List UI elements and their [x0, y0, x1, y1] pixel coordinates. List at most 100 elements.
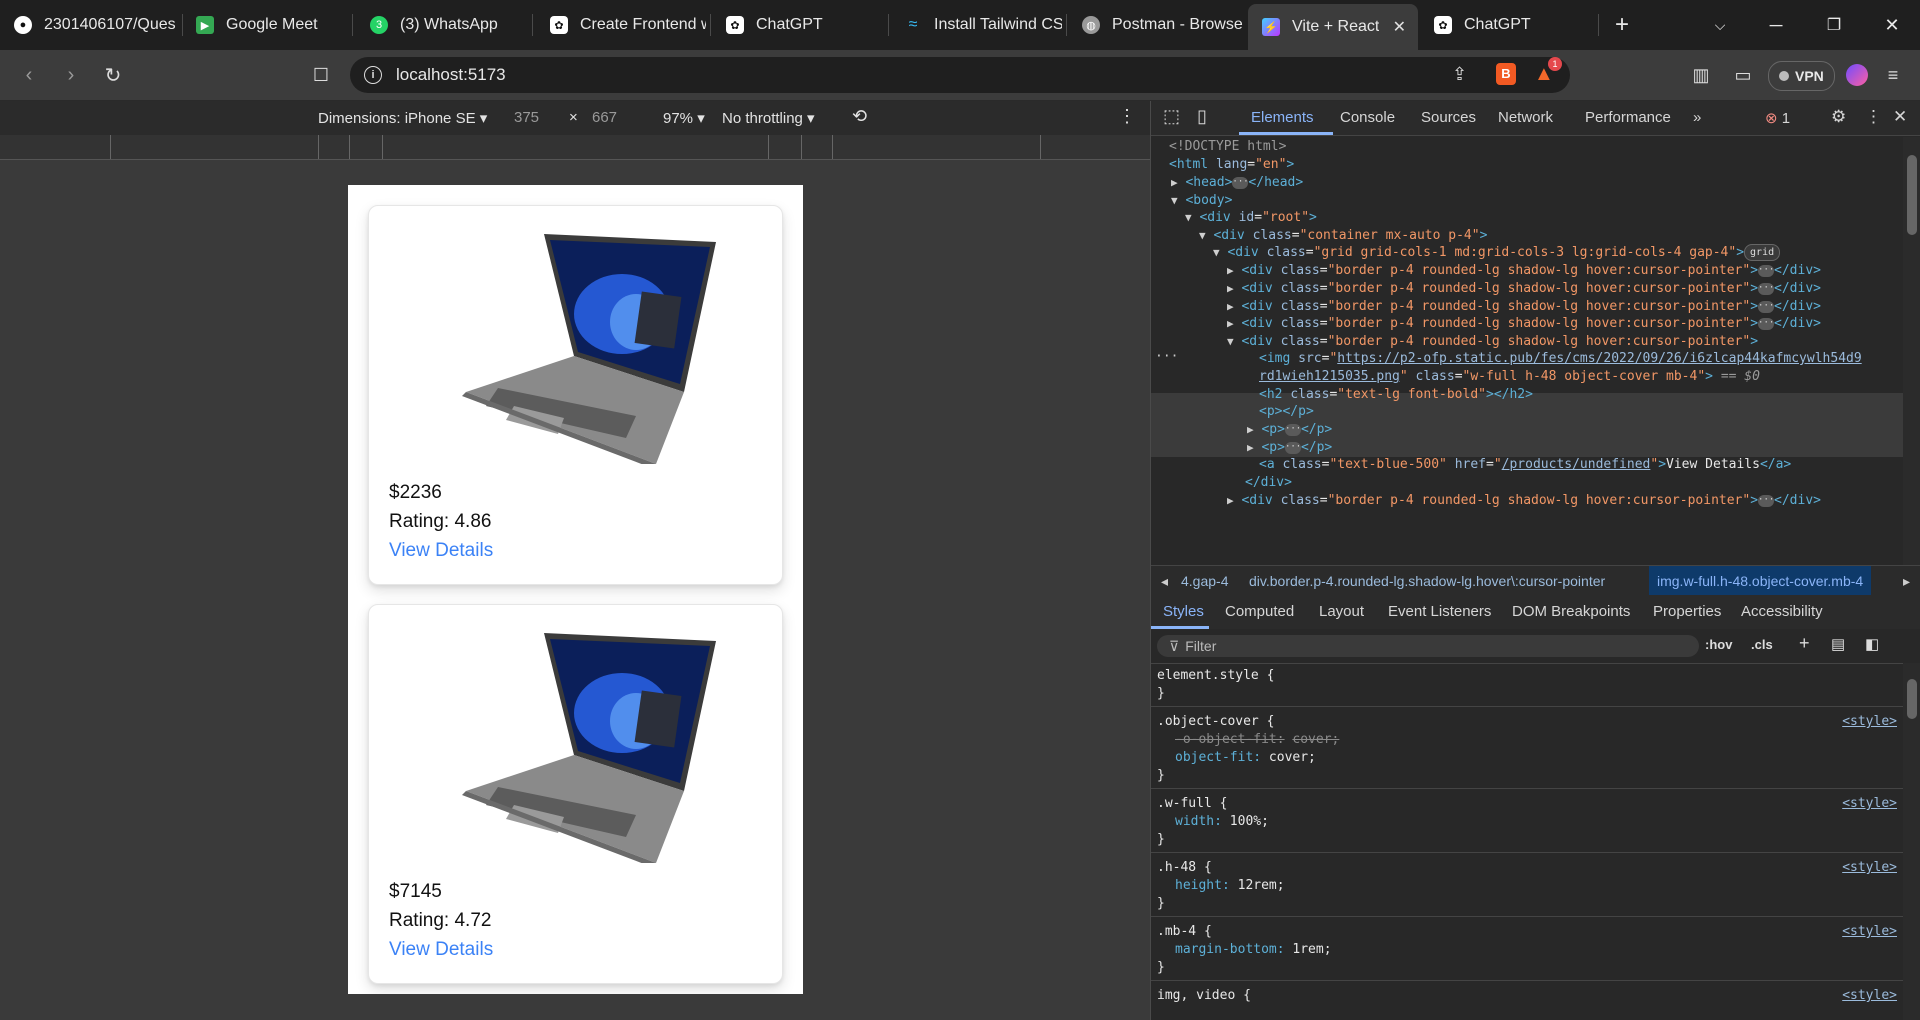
tab-chatgpt-1[interactable]: ✿ ChatGPT	[712, 0, 884, 50]
window-close-icon[interactable]: ✕	[1864, 0, 1920, 50]
card-node[interactable]: ▶ <div class="border p-4 rounded-lg shad…	[1227, 279, 1821, 299]
dom-tree[interactable]: <!DOCTYPE html> <html lang="en"> ▶ <head…	[1151, 135, 1903, 565]
product-card[interactable]: $2236 Rating: 4.86 View Details	[368, 205, 783, 585]
dom-scrollbar[interactable]	[1903, 137, 1920, 567]
img-node[interactable]: <img src="https://p2-ofp.static.pub/fes/…	[1259, 349, 1862, 369]
zoom-select[interactable]: 97% ▾	[663, 109, 705, 127]
close-tab-icon[interactable]: ✕	[1393, 17, 1406, 37]
card-node[interactable]: ▶ <div class="border p-4 rounded-lg shad…	[1227, 491, 1821, 511]
cls-toggle[interactable]: .cls	[1751, 637, 1773, 652]
crumb-item[interactable]: div.border.p-4.rounded-lg.shadow-lg.hove…	[1249, 573, 1605, 589]
tab-search-chevron-icon[interactable]: ⌵	[1692, 0, 1748, 50]
a-node[interactable]: <a class="text-blue-500" href="/products…	[1259, 455, 1791, 475]
styles-pane[interactable]: element.style { } .object-cover {<style>…	[1151, 663, 1903, 1020]
tab-dom-breakpoints[interactable]: DOM Breakpoints	[1512, 603, 1630, 620]
style-declaration[interactable]: object-fit: cover;	[1175, 749, 1316, 767]
style-declaration[interactable]: width: 100%;	[1175, 813, 1269, 831]
tab-event-listeners[interactable]: Event Listeners	[1388, 603, 1491, 620]
product-image[interactable]	[389, 224, 762, 464]
tab-console[interactable]: Console	[1340, 109, 1395, 126]
leo-ai-icon[interactable]	[1846, 64, 1868, 86]
device-toggle-icon[interactable]: ▯	[1197, 106, 1207, 127]
media-query-ruler[interactable]	[0, 135, 1150, 160]
tab-accessibility[interactable]: Accessibility	[1741, 603, 1823, 620]
grid-node[interactable]: ▼ <div class="grid grid-cols-1 md:grid-c…	[1213, 243, 1781, 263]
style-source-link[interactable]: <style>	[1842, 923, 1897, 941]
tab-chatgpt-2[interactable]: ✿ ChatGPT	[1420, 0, 1596, 50]
throttling-select[interactable]: No throttling ▾	[722, 109, 815, 127]
p-node[interactable]: ▶ <p>···</p>	[1247, 420, 1332, 440]
mb-4-rule[interactable]: .mb-4 {<style>	[1157, 923, 1897, 941]
object-cover-rule[interactable]: .object-cover {<style>	[1157, 713, 1897, 731]
device-dimensions-select[interactable]: Dimensions: iPhone SE ▾	[318, 109, 487, 127]
error-counter[interactable]: ⊗ 1	[1765, 109, 1790, 127]
style-declaration[interactable]: height: 12rem;	[1175, 877, 1285, 895]
tab-elements[interactable]: Elements	[1251, 109, 1314, 126]
rotate-icon[interactable]: ⟲	[852, 106, 867, 127]
tab-styles[interactable]: Styles	[1163, 603, 1204, 620]
restore-icon[interactable]: ❐	[1806, 0, 1862, 50]
tab-tailwind[interactable]: ≈ Install Tailwind CS	[890, 0, 1062, 50]
address-bar[interactable]: i localhost:5173 ⇪ B ▲ 1	[350, 57, 1570, 93]
tab-whatsapp[interactable]: 3 (3) WhatsApp	[356, 0, 532, 50]
view-details-link[interactable]: View Details	[389, 939, 493, 961]
sidebar-pane-icon[interactable]: ◧	[1865, 635, 1879, 653]
tab-postman[interactable]: ◍ Postman - Browse	[1068, 0, 1246, 50]
product-image[interactable]	[389, 623, 762, 863]
doctype-node[interactable]: <!DOCTYPE html>	[1169, 137, 1286, 157]
node-actions-icon[interactable]: ···	[1155, 347, 1178, 367]
brave-shield-icon[interactable]: B	[1496, 63, 1516, 85]
tab-sources[interactable]: Sources	[1421, 109, 1476, 126]
tab-layout[interactable]: Layout	[1319, 603, 1364, 620]
filter-input[interactable]: ⊽ Filter	[1157, 635, 1699, 657]
minimize-icon[interactable]: ─	[1748, 0, 1804, 50]
styles-scrollbar[interactable]	[1903, 663, 1920, 1020]
head-node[interactable]: ▶ <head>···</head>	[1171, 173, 1303, 193]
img-node-cont[interactable]: rd1wieh1215035.png" class="w-full h-48 o…	[1259, 367, 1760, 387]
html-node[interactable]: <html lang="en">	[1169, 155, 1294, 175]
style-source-link[interactable]: <style>	[1842, 795, 1897, 813]
vpn-button[interactable]: VPN	[1768, 61, 1835, 91]
devtools-menu-icon[interactable]: ⋮	[1865, 107, 1882, 127]
tab-computed[interactable]: Computed	[1225, 603, 1294, 620]
device-width-input[interactable]: 375	[514, 109, 539, 126]
tab-performance[interactable]: Performance	[1585, 109, 1671, 126]
style-declaration[interactable]: -o-object-fit: cover;	[1175, 731, 1339, 749]
style-source-link[interactable]: <style>	[1842, 987, 1897, 1005]
grid-badge[interactable]: grid	[1744, 244, 1781, 261]
more-tabs-icon[interactable]: »	[1693, 109, 1701, 126]
share-icon[interactable]: ⇪	[1452, 64, 1467, 85]
tab-vite-react[interactable]: ⚡ Vite + React ✕	[1248, 4, 1418, 50]
crumb-right-arrow-icon[interactable]: ▸	[1903, 573, 1910, 590]
forward-icon[interactable]: ›	[58, 62, 84, 88]
bookmark-icon[interactable]: ☐	[308, 62, 334, 88]
devtools-close-icon[interactable]: ✕	[1893, 107, 1907, 127]
root-node[interactable]: ▼ <div id="root">	[1185, 208, 1317, 228]
crumb-item-selected[interactable]: img.w-full.h-48.object-cover.mb-4	[1649, 566, 1872, 596]
paint-icon[interactable]: ▤	[1831, 635, 1845, 653]
settings-icon[interactable]: ⚙	[1831, 107, 1846, 127]
img-video-rule[interactable]: img, video {<style>	[1157, 987, 1897, 1005]
url-text[interactable]: localhost:5173	[396, 65, 506, 85]
tab-github[interactable]: ● 2301406107/Ques	[0, 0, 182, 50]
device-height-input[interactable]: 667	[592, 109, 617, 126]
style-source-link[interactable]: <style>	[1842, 713, 1897, 731]
back-icon[interactable]: ‹	[16, 62, 42, 88]
new-rule-icon[interactable]: +	[1799, 633, 1810, 654]
wallet-icon[interactable]: ▭	[1730, 62, 1756, 88]
sidebar-toggle-icon[interactable]: ▥	[1688, 62, 1714, 88]
new-tab-icon[interactable]: +	[1594, 0, 1650, 50]
h-48-rule[interactable]: .h-48 {<style>	[1157, 859, 1897, 877]
tab-create-frontend[interactable]: ✿ Create Frontend w	[536, 0, 706, 50]
site-info-icon[interactable]: i	[364, 66, 382, 84]
view-details-link[interactable]: View Details	[389, 540, 493, 562]
reload-icon[interactable]: ↻	[100, 62, 126, 88]
tab-google-meet[interactable]: ▶ Google Meet	[182, 0, 352, 50]
tab-network[interactable]: Network	[1498, 109, 1553, 126]
tab-properties[interactable]: Properties	[1653, 603, 1721, 620]
card-node[interactable]: ▶ <div class="border p-4 rounded-lg shad…	[1227, 261, 1821, 281]
p-node[interactable]: <p></p>	[1259, 402, 1314, 422]
menu-icon[interactable]: ≡	[1880, 62, 1906, 88]
style-declaration[interactable]: margin-bottom: 1rem;	[1175, 941, 1332, 959]
more-options-icon[interactable]: ⋮	[1118, 106, 1136, 127]
